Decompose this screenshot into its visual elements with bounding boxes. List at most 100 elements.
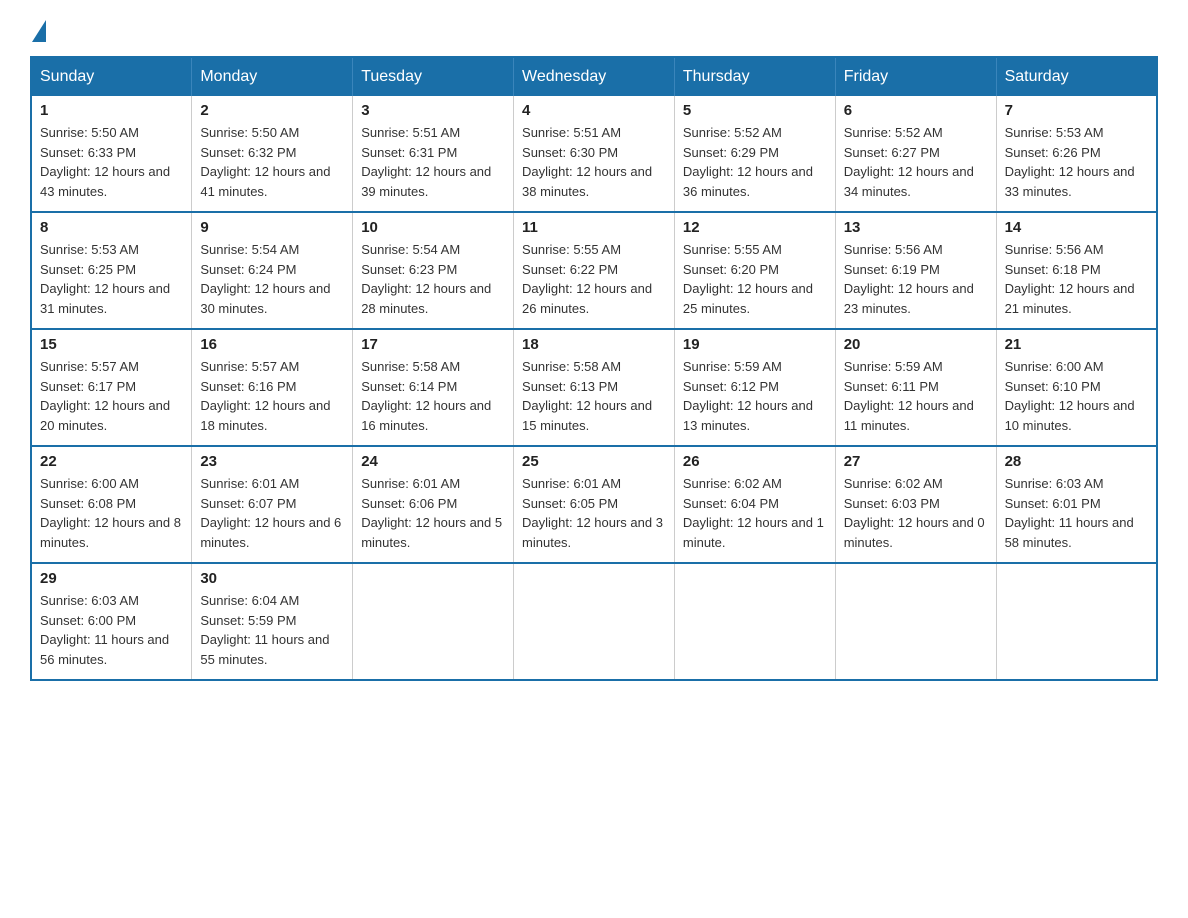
day-number: 23 <box>200 453 344 470</box>
weekday-header-monday: Monday <box>192 57 353 96</box>
day-info: Sunrise: 5:57 AMSunset: 6:16 PMDaylight:… <box>200 357 344 435</box>
day-number: 25 <box>522 453 666 470</box>
day-info: Sunrise: 5:57 AMSunset: 6:17 PMDaylight:… <box>40 357 183 435</box>
calendar-cell: 18 Sunrise: 5:58 AMSunset: 6:13 PMDayligh… <box>514 329 675 446</box>
calendar-cell: 4 Sunrise: 5:51 AMSunset: 6:30 PMDaylight… <box>514 96 675 212</box>
weekday-header-tuesday: Tuesday <box>353 57 514 96</box>
day-number: 22 <box>40 453 183 470</box>
calendar-cell: 15 Sunrise: 5:57 AMSunset: 6:17 PMDayligh… <box>31 329 192 446</box>
day-number: 11 <box>522 219 666 236</box>
calendar-week-row: 29 Sunrise: 6:03 AMSunset: 6:00 PMDayligh… <box>31 563 1157 680</box>
calendar-cell: 25 Sunrise: 6:01 AMSunset: 6:05 PMDayligh… <box>514 446 675 563</box>
day-info: Sunrise: 5:52 AMSunset: 6:27 PMDaylight:… <box>844 123 988 201</box>
day-info: Sunrise: 6:02 AMSunset: 6:03 PMDaylight:… <box>844 474 988 552</box>
calendar-cell: 26 Sunrise: 6:02 AMSunset: 6:04 PMDayligh… <box>674 446 835 563</box>
day-info: Sunrise: 5:56 AMSunset: 6:19 PMDaylight:… <box>844 240 988 318</box>
day-number: 26 <box>683 453 827 470</box>
calendar-cell: 14Sunrise: 5:56 AMSunset: 6:18 PMDayligh… <box>996 212 1157 329</box>
calendar-cell: 24 Sunrise: 6:01 AMSunset: 6:06 PMDayligh… <box>353 446 514 563</box>
day-info: Sunrise: 6:01 AMSunset: 6:06 PMDaylight:… <box>361 474 505 552</box>
calendar-cell: 16Sunrise: 5:57 AMSunset: 6:16 PMDayligh… <box>192 329 353 446</box>
page-header <box>30 20 1158 36</box>
day-info: Sunrise: 5:53 AMSunset: 6:25 PMDaylight:… <box>40 240 183 318</box>
day-number: 10 <box>361 219 505 236</box>
calendar-cell: 11 Sunrise: 5:55 AMSunset: 6:22 PMDayligh… <box>514 212 675 329</box>
day-info: Sunrise: 5:55 AMSunset: 6:20 PMDaylight:… <box>683 240 827 318</box>
calendar-cell: 12 Sunrise: 5:55 AMSunset: 6:20 PMDayligh… <box>674 212 835 329</box>
day-number: 1 <box>40 102 183 119</box>
calendar-cell: 29 Sunrise: 6:03 AMSunset: 6:00 PMDayligh… <box>31 563 192 680</box>
calendar-cell: 3Sunrise: 5:51 AMSunset: 6:31 PMDaylight… <box>353 96 514 212</box>
day-number: 29 <box>40 570 183 587</box>
weekday-header-wednesday: Wednesday <box>514 57 675 96</box>
day-number: 8 <box>40 219 183 236</box>
day-info: Sunrise: 5:56 AMSunset: 6:18 PMDaylight:… <box>1005 240 1148 318</box>
calendar-cell: 28 Sunrise: 6:03 AMSunset: 6:01 PMDayligh… <box>996 446 1157 563</box>
day-number: 28 <box>1005 453 1148 470</box>
calendar-table: SundayMondayTuesdayWednesdayThursdayFrid… <box>30 56 1158 681</box>
calendar-cell: 5 Sunrise: 5:52 AMSunset: 6:29 PMDaylight… <box>674 96 835 212</box>
day-info: Sunrise: 5:58 AMSunset: 6:14 PMDaylight:… <box>361 357 505 435</box>
day-info: Sunrise: 6:04 AMSunset: 5:59 PMDaylight:… <box>200 591 344 669</box>
day-number: 15 <box>40 336 183 353</box>
weekday-header-friday: Friday <box>835 57 996 96</box>
calendar-cell <box>353 563 514 680</box>
day-info: Sunrise: 5:52 AMSunset: 6:29 PMDaylight:… <box>683 123 827 201</box>
calendar-week-row: 15 Sunrise: 5:57 AMSunset: 6:17 PMDayligh… <box>31 329 1157 446</box>
logo <box>30 20 46 36</box>
calendar-cell: 17 Sunrise: 5:58 AMSunset: 6:14 PMDayligh… <box>353 329 514 446</box>
calendar-cell: 23 Sunrise: 6:01 AMSunset: 6:07 PMDayligh… <box>192 446 353 563</box>
calendar-cell: 9 Sunrise: 5:54 AMSunset: 6:24 PMDaylight… <box>192 212 353 329</box>
day-info: Sunrise: 6:01 AMSunset: 6:07 PMDaylight:… <box>200 474 344 552</box>
day-number: 20 <box>844 336 988 353</box>
day-number: 30 <box>200 570 344 587</box>
day-info: Sunrise: 6:03 AMSunset: 6:00 PMDaylight:… <box>40 591 183 669</box>
calendar-cell: 22 Sunrise: 6:00 AMSunset: 6:08 PMDayligh… <box>31 446 192 563</box>
calendar-week-row: 1 Sunrise: 5:50 AMSunset: 6:33 PMDaylight… <box>31 96 1157 212</box>
day-info: Sunrise: 6:00 AMSunset: 6:08 PMDaylight:… <box>40 474 183 552</box>
day-number: 27 <box>844 453 988 470</box>
day-number: 17 <box>361 336 505 353</box>
calendar-cell: 2Sunrise: 5:50 AMSunset: 6:32 PMDaylight… <box>192 96 353 212</box>
day-number: 19 <box>683 336 827 353</box>
calendar-cell: 27 Sunrise: 6:02 AMSunset: 6:03 PMDayligh… <box>835 446 996 563</box>
day-number: 2 <box>200 102 344 119</box>
day-number: 24 <box>361 453 505 470</box>
day-number: 21 <box>1005 336 1148 353</box>
day-info: Sunrise: 5:54 AMSunset: 6:24 PMDaylight:… <box>200 240 344 318</box>
calendar-cell <box>674 563 835 680</box>
calendar-header-row: SundayMondayTuesdayWednesdayThursdayFrid… <box>31 57 1157 96</box>
weekday-header-thursday: Thursday <box>674 57 835 96</box>
day-number: 7 <box>1005 102 1148 119</box>
calendar-cell: 8 Sunrise: 5:53 AMSunset: 6:25 PMDaylight… <box>31 212 192 329</box>
calendar-cell <box>996 563 1157 680</box>
calendar-week-row: 22 Sunrise: 6:00 AMSunset: 6:08 PMDayligh… <box>31 446 1157 563</box>
calendar-cell <box>835 563 996 680</box>
day-info: Sunrise: 5:54 AMSunset: 6:23 PMDaylight:… <box>361 240 505 318</box>
day-info: Sunrise: 5:51 AMSunset: 6:30 PMDaylight:… <box>522 123 666 201</box>
day-number: 18 <box>522 336 666 353</box>
logo-triangle-icon <box>32 20 46 42</box>
day-info: Sunrise: 5:50 AMSunset: 6:33 PMDaylight:… <box>40 123 183 201</box>
day-info: Sunrise: 6:02 AMSunset: 6:04 PMDaylight:… <box>683 474 827 552</box>
day-number: 4 <box>522 102 666 119</box>
day-info: Sunrise: 6:01 AMSunset: 6:05 PMDaylight:… <box>522 474 666 552</box>
calendar-cell: 20 Sunrise: 5:59 AMSunset: 6:11 PMDayligh… <box>835 329 996 446</box>
day-number: 5 <box>683 102 827 119</box>
day-info: Sunrise: 5:55 AMSunset: 6:22 PMDaylight:… <box>522 240 666 318</box>
day-number: 13 <box>844 219 988 236</box>
day-info: Sunrise: 5:59 AMSunset: 6:11 PMDaylight:… <box>844 357 988 435</box>
day-info: Sunrise: 5:51 AMSunset: 6:31 PMDaylight:… <box>361 123 505 201</box>
day-info: Sunrise: 5:58 AMSunset: 6:13 PMDaylight:… <box>522 357 666 435</box>
calendar-cell: 30 Sunrise: 6:04 AMSunset: 5:59 PMDayligh… <box>192 563 353 680</box>
calendar-week-row: 8 Sunrise: 5:53 AMSunset: 6:25 PMDaylight… <box>31 212 1157 329</box>
weekday-header-saturday: Saturday <box>996 57 1157 96</box>
day-number: 6 <box>844 102 988 119</box>
calendar-cell: 21 Sunrise: 6:00 AMSunset: 6:10 PMDayligh… <box>996 329 1157 446</box>
day-info: Sunrise: 6:03 AMSunset: 6:01 PMDaylight:… <box>1005 474 1148 552</box>
day-info: Sunrise: 6:00 AMSunset: 6:10 PMDaylight:… <box>1005 357 1148 435</box>
day-number: 9 <box>200 219 344 236</box>
day-number: 12 <box>683 219 827 236</box>
day-info: Sunrise: 5:59 AMSunset: 6:12 PMDaylight:… <box>683 357 827 435</box>
calendar-cell <box>514 563 675 680</box>
